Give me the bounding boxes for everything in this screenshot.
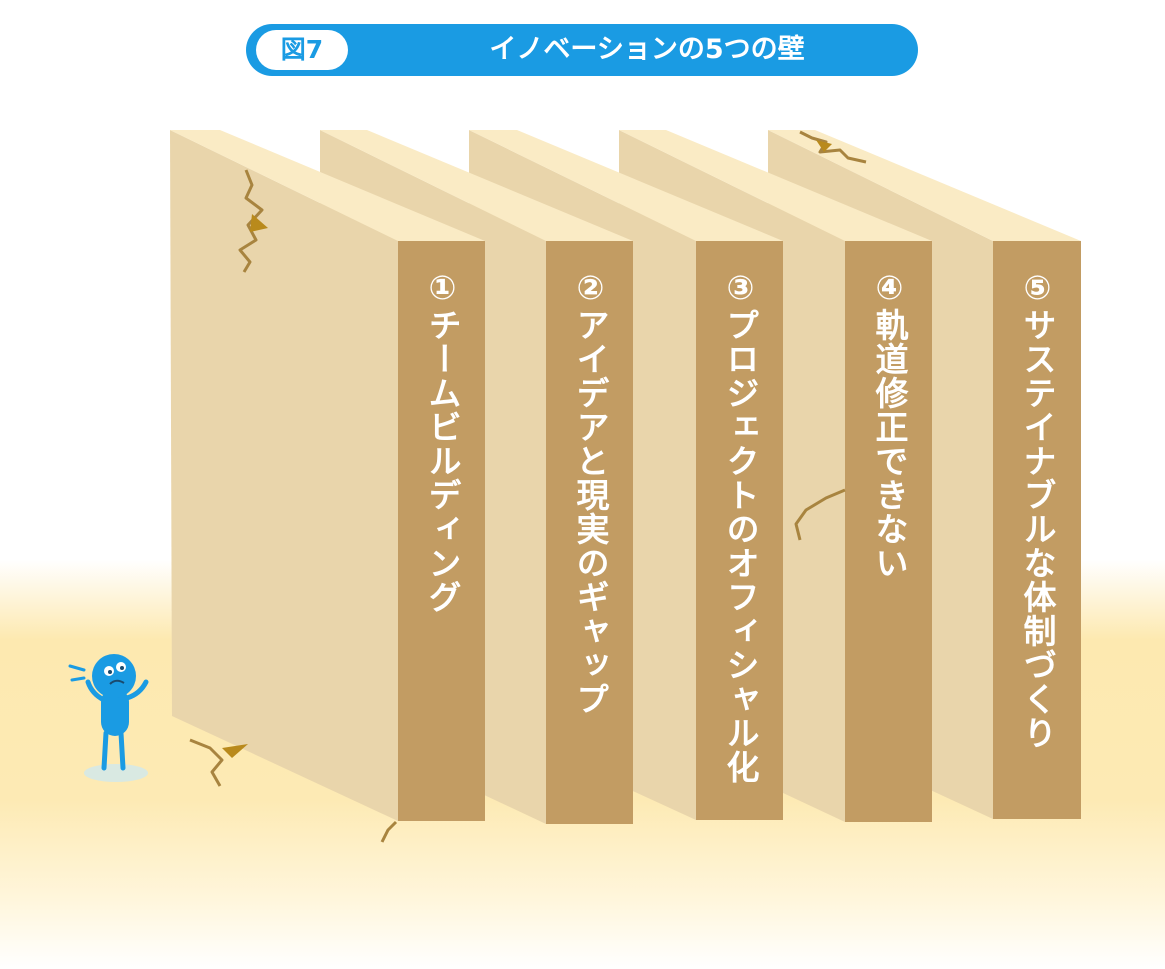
wall-1-label: ①チームビルディング: [423, 268, 462, 614]
wall-5-label: ⑤サステイナブルな体制づくり: [1018, 268, 1057, 750]
worried-character-icon: [68, 654, 149, 782]
wall-2-label: ②アイデアと現実のギャップ: [571, 268, 610, 716]
wall-3-label: ③プロジェクトのオフィシャル化: [721, 268, 760, 784]
wall-4-label: ④軌道修正できない: [870, 268, 909, 580]
